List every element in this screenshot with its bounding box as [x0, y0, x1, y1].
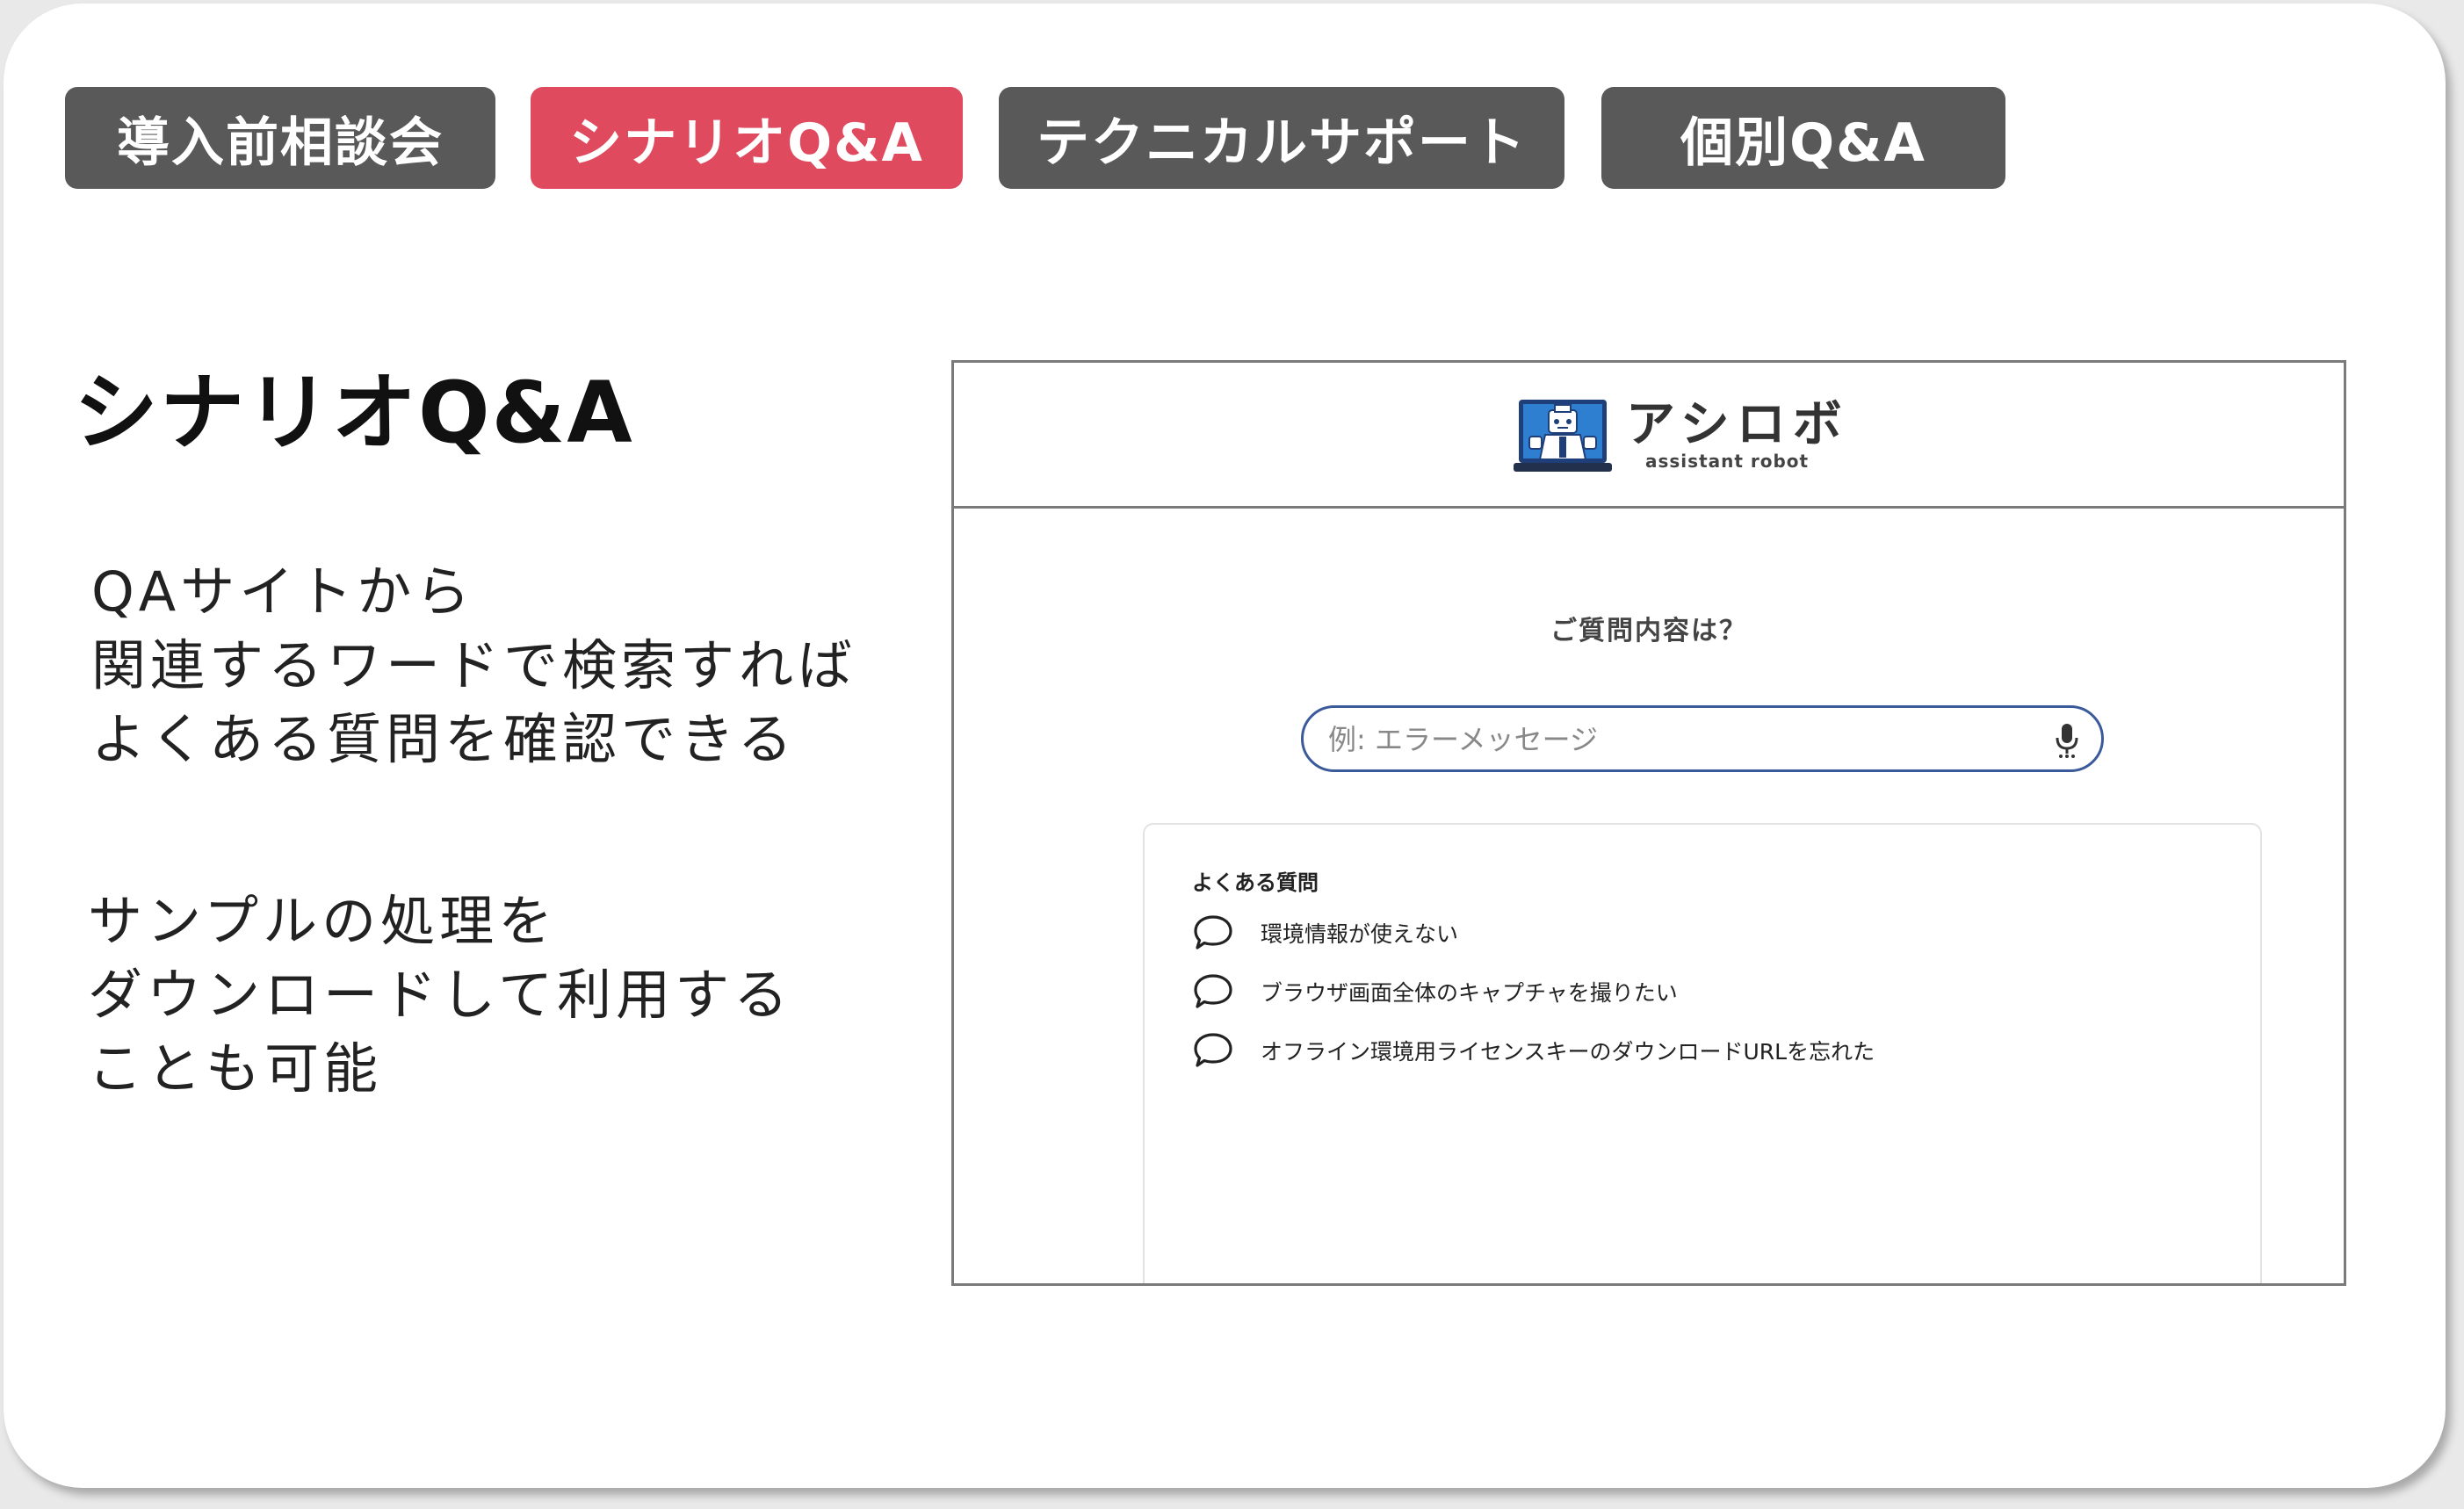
tab-pre-consultation[interactable]: 導入前相談会	[65, 87, 495, 189]
description-download: サンプルの処理を ダウンロードして利用する ことも可能	[88, 884, 792, 1106]
faq-item[interactable]: 環境情報が使えない	[1192, 911, 2202, 955]
logo-name: アシロボ	[1626, 396, 1849, 453]
description-line: QAサイトから	[91, 560, 475, 624]
description-line: サンプルの処理を	[88, 889, 558, 953]
description-line: よくある質問を確認できる	[91, 707, 797, 771]
description-line: ことも可能	[88, 1036, 383, 1101]
faq-item-label: オフライン環境用ライセンスキーのダウンロードURLを忘れた	[1261, 1039, 1875, 1065]
slide: 導入前相談会 シナリオQ&A テクニカルサポート 個別Q&A シナリオQ&A Q…	[4, 4, 2446, 1488]
site-logo[interactable]: アシロボ assistant robot	[1514, 398, 1842, 480]
site-header: アシロボ assistant robot	[954, 363, 2344, 509]
faq-item-label: 環境情報が使えない	[1261, 921, 1459, 947]
faq-item-label: ブラウザ画面全体のキャプチャを撮りたい	[1261, 980, 1678, 1006]
speech-bubble-icon	[1194, 915, 1232, 949]
faq-item[interactable]: ブラウザ画面全体のキャプチャを撮りたい	[1192, 970, 2202, 1014]
faq-item[interactable]: オフライン環境用ライセンスキーのダウンロードURLを忘れた	[1192, 1029, 2202, 1072]
question-title: ご質問内容は？	[1550, 616, 1747, 646]
description-line: 関連するワードで検索すれば	[91, 633, 857, 697]
faq-title: よくある質問	[1192, 870, 1319, 895]
tab-technical-support[interactable]: テクニカルサポート	[999, 87, 1564, 189]
search-box[interactable]	[1301, 705, 2104, 772]
robot-laptop-logo-icon	[1514, 400, 1612, 472]
description-line: ダウンロードして利用する	[88, 963, 793, 1027]
faq-panel: よくある質問 環境情報が使えない ブラウザ画面全体のキャプチャを撮りたい オフラ…	[1143, 823, 2262, 1283]
tab-individual-qa[interactable]: 個別Q&A	[1601, 87, 2005, 189]
page-title: シナリオQ&A	[74, 364, 634, 462]
microphone-icon[interactable]	[2054, 722, 2080, 759]
speech-bubble-icon	[1194, 1033, 1232, 1067]
qa-site-screenshot: アシロボ assistant robot ご質問内容は？ よくある質問	[951, 360, 2346, 1286]
speech-bubble-icon	[1194, 974, 1232, 1008]
search-input[interactable]	[1326, 717, 2015, 762]
logo-tagline: assistant robot	[1645, 451, 1810, 472]
tab-scenario-qa[interactable]: シナリオQ&A	[531, 87, 963, 189]
description-search: QAサイトから 関連するワードで検索すれば よくある質問を確認できる	[91, 555, 856, 776]
